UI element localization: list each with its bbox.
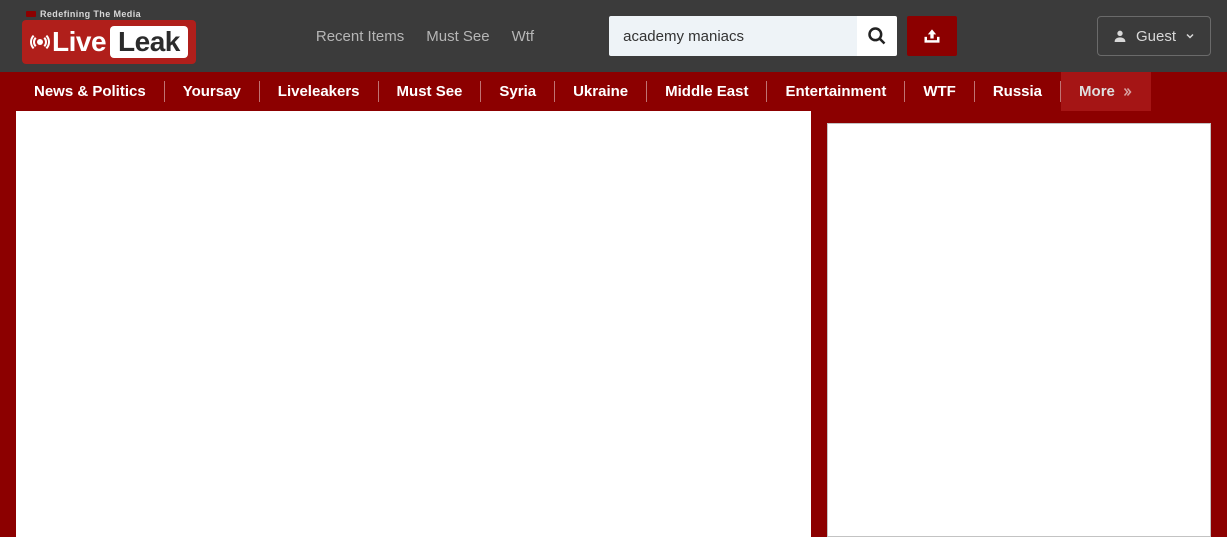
nav-yoursay[interactable]: Yoursay: [165, 72, 259, 111]
chevron-down-icon: [1184, 30, 1196, 42]
content-background: [0, 111, 1227, 537]
nav-wtf[interactable]: WTF: [905, 72, 973, 111]
upload-button[interactable]: [907, 16, 957, 56]
search-button[interactable]: [857, 16, 897, 56]
nav-entertainment[interactable]: Entertainment: [767, 72, 904, 111]
nav-liveleakers[interactable]: Liveleakers: [260, 72, 378, 111]
top-link-recent-items[interactable]: Recent Items: [316, 28, 404, 45]
nav-must-see[interactable]: Must See: [379, 72, 481, 111]
broadcast-icon: [30, 32, 50, 52]
nav-middle-east[interactable]: Middle East: [647, 72, 766, 111]
logo-text-live: Live: [52, 26, 106, 58]
search-icon: [867, 26, 887, 46]
main-panel: [16, 111, 811, 537]
user-menu-wrap: Guest: [1097, 16, 1211, 56]
logo[interactable]: Live Leak: [22, 20, 196, 64]
top-links: Recent Items Must See Wtf: [316, 28, 534, 45]
content-area: [16, 111, 1211, 537]
guest-button[interactable]: Guest: [1097, 16, 1211, 56]
top-link-must-see[interactable]: Must See: [426, 28, 489, 45]
upload-icon: [922, 27, 942, 45]
nav-more-label: More: [1079, 83, 1115, 100]
top-link-wtf[interactable]: Wtf: [512, 28, 535, 45]
tagline-icon: [26, 11, 36, 17]
search-input[interactable]: [609, 16, 857, 56]
nav-ukraine[interactable]: Ukraine: [555, 72, 646, 111]
user-icon: [1112, 28, 1128, 44]
chevron-right-double-icon: [1121, 86, 1133, 98]
tagline: Redefining The Media: [40, 9, 141, 19]
nav-russia[interactable]: Russia: [975, 72, 1060, 111]
nav-syria[interactable]: Syria: [481, 72, 554, 111]
nav-news-politics[interactable]: News & Politics: [16, 72, 164, 111]
search-form: [609, 16, 957, 56]
side-panel: [827, 123, 1211, 537]
main-nav: News & Politics Yoursay Liveleakers Must…: [0, 72, 1227, 111]
nav-more[interactable]: More: [1061, 72, 1151, 111]
topbar: Redefining The Media Live Leak Recent It…: [0, 0, 1227, 72]
logo-text-leak: Leak: [110, 26, 188, 58]
logo-area[interactable]: Redefining The Media Live Leak: [22, 9, 196, 64]
guest-label: Guest: [1136, 28, 1176, 45]
